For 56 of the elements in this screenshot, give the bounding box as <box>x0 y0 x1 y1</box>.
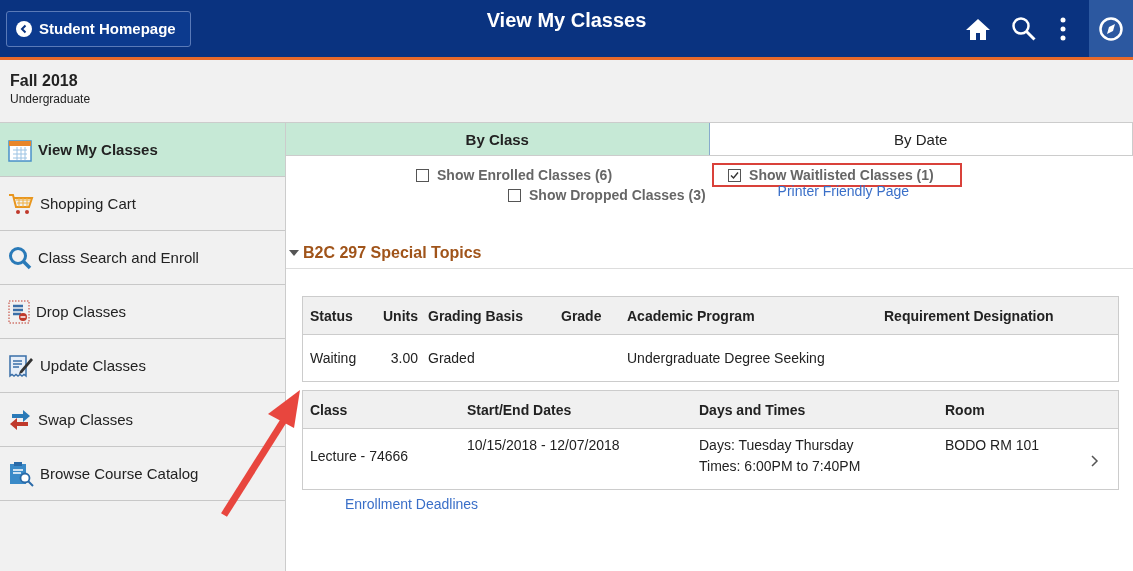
search-icon <box>8 245 32 270</box>
table-cell-text: Days: Tuesday Thursday <box>699 437 855 453</box>
sidebar-item[interactable]: Update Classes <box>0 339 285 393</box>
column-header: Grading Basis <box>428 307 524 324</box>
sidebar-item[interactable]: Drop Classes <box>0 285 285 339</box>
column-header: Status <box>310 307 354 324</box>
table-cell-text: Lecture - 74666 <box>310 448 410 464</box>
home-icon[interactable] <box>965 16 991 41</box>
back-button[interactable]: Student Homepage <box>6 10 191 47</box>
section-row[interactable]: Class Start/End Dates Days and Times Room Lecture - 74666 10/15/2018 - 12/07/2018 Days: Tuesday Thursday Times: 6:00PM to 7:40PM BODO RM 101 <box>302 390 1119 490</box>
term-title: Fall 2018 <box>10 72 79 90</box>
column-header: Room <box>945 401 986 418</box>
chevron-icon <box>1091 455 1099 467</box>
checkbox-icon <box>508 188 521 202</box>
filter-checkbox[interactable]: Show Waitlisted Classes (1) <box>714 165 960 185</box>
table-cell-text: Undergraduate Degree Seeking <box>627 350 826 366</box>
compass-icon <box>1098 15 1124 42</box>
table-cell-text: Times: 6:00PM to 7:40PM <box>699 458 862 474</box>
column-header: Grade <box>561 307 603 324</box>
sidebar-item[interactable]: Browse Course Catalog <box>0 447 285 501</box>
view-tab[interactable]: By Date <box>709 123 1133 155</box>
edit-document-icon <box>8 353 34 378</box>
sidebar-item[interactable]: Shopping Cart <box>0 177 285 231</box>
drop-list-icon <box>8 299 30 324</box>
catalog-search-icon <box>8 460 34 487</box>
career-label: Undergraduate <box>10 92 92 106</box>
calendar-icon <box>8 137 32 162</box>
table-cell-text: Graded <box>428 350 476 366</box>
page-title: View My Classes <box>486 9 647 32</box>
column-header: Units <box>382 307 419 324</box>
table-cell-text: 10/15/2018 - 12/07/2018 <box>467 437 621 453</box>
cart-icon <box>8 191 34 216</box>
course-header[interactable]: B2C 297 Special Topics <box>286 238 1133 269</box>
caret-icon <box>289 249 299 257</box>
table-cell-text: 3.00 <box>389 350 419 366</box>
filter-checkbox[interactable]: Show Dropped Classes (3) <box>504 185 710 205</box>
column-header: Requirement Designation <box>884 307 1055 324</box>
checkbox-icon <box>416 168 429 182</box>
table-cell-text: BODO RM 101 <box>945 437 1041 453</box>
column-header: Academic Program <box>627 307 756 324</box>
sidebar-item[interactable]: View My Classes <box>0 123 285 177</box>
more-icon[interactable] <box>1059 16 1067 41</box>
sidebar-item[interactable]: Class Search and Enroll <box>0 231 285 285</box>
swap-arrows-icon <box>8 407 32 432</box>
column-header: Class <box>310 401 349 418</box>
printer-friendly-link[interactable]: Printer Friendly Page <box>777 183 910 205</box>
column-header: Days and Times <box>699 401 807 418</box>
filter-checkbox[interactable]: Show Enrolled Classes (6) <box>412 165 617 185</box>
view-tab[interactable]: By Class <box>286 123 710 155</box>
table-cell-text: Waiting <box>310 350 358 366</box>
enrollment-deadlines-link[interactable]: Enrollment Deadlines <box>345 496 479 512</box>
checkbox-icon <box>728 168 742 182</box>
back-icon <box>16 20 32 37</box>
search-icon[interactable] <box>1011 15 1037 42</box>
column-header: Start/End Dates <box>467 401 573 418</box>
navigation-button[interactable] <box>1089 0 1133 57</box>
